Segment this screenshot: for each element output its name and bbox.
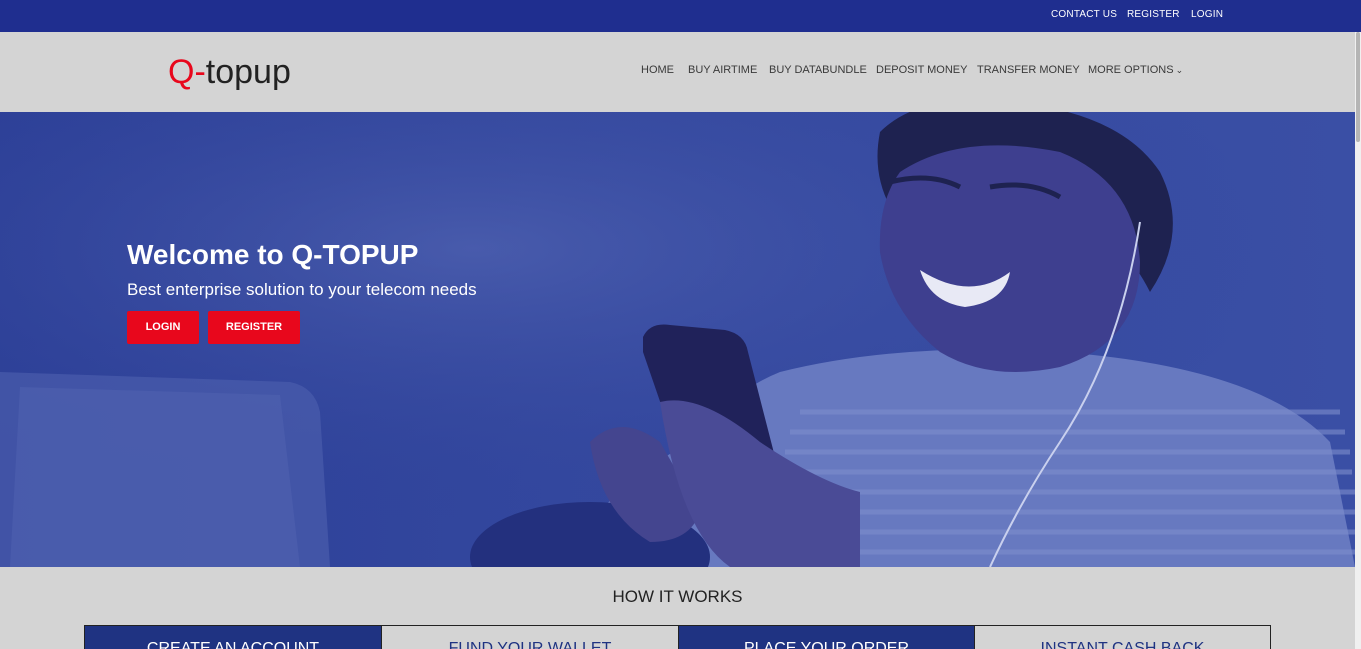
step-card-fund-wallet[interactable]: FUND YOUR WALLET	[381, 625, 679, 649]
top-utility-bar: CONTACT US REGISTER LOGIN	[0, 0, 1361, 32]
hero-subtitle: Best enterprise solution to your telecom…	[127, 280, 477, 299]
main-navbar: Q-topup HOME BUY AIRTIME BUY DATABUNDLE …	[0, 32, 1361, 112]
nav-buy-airtime[interactable]: BUY AIRTIME	[688, 64, 757, 76]
step-card-label: INSTANT CASH BACK	[1040, 640, 1205, 649]
step-card-create-account[interactable]: CREATE AN ACCOUNT	[84, 625, 382, 649]
nav-deposit-money[interactable]: DEPOSIT MONEY	[876, 64, 967, 76]
nav-buy-databundle[interactable]: BUY DATABUNDLE	[769, 64, 867, 76]
site-logo[interactable]: Q-topup	[168, 52, 291, 92]
nav-more-options[interactable]: MORE OPTIONS ⌄	[1088, 64, 1183, 76]
hero-title: Welcome to Q-TOPUP	[127, 239, 419, 270]
logo-topup: topup	[205, 53, 291, 91]
hero-banner: Welcome to Q-TOPUP Best enterprise solut…	[0, 112, 1355, 567]
step-card-place-order[interactable]: PLACE YOUR ORDER	[678, 625, 975, 649]
step-card-label: CREATE AN ACCOUNT	[146, 640, 320, 649]
how-it-works-title: HOW IT WORKS	[612, 587, 743, 606]
page-scrollbar[interactable]	[1355, 32, 1361, 649]
nav-more-options-label: MORE OPTIONS	[1088, 64, 1174, 76]
hero-register-button[interactable]: REGISTER	[208, 311, 300, 344]
hero-login-button[interactable]: LOGIN	[127, 311, 199, 344]
step-card-instant-cash-back[interactable]: INSTANT CASH BACK	[974, 625, 1271, 649]
chevron-down-icon: ⌄	[1175, 65, 1184, 75]
top-register-link[interactable]: REGISTER	[1127, 9, 1180, 20]
nav-transfer-money[interactable]: TRANSFER MONEY	[977, 64, 1080, 76]
scrollbar-thumb[interactable]	[1356, 32, 1360, 142]
top-login-link[interactable]: LOGIN	[1191, 9, 1223, 20]
step-card-label: FUND YOUR WALLET	[448, 640, 612, 649]
contact-us-link[interactable]: CONTACT US	[1051, 9, 1117, 20]
nav-home[interactable]: HOME	[641, 64, 674, 76]
step-card-label: PLACE YOUR ORDER	[743, 640, 910, 649]
logo-q: Q-	[168, 53, 206, 91]
hero-background-image	[0, 112, 1355, 567]
